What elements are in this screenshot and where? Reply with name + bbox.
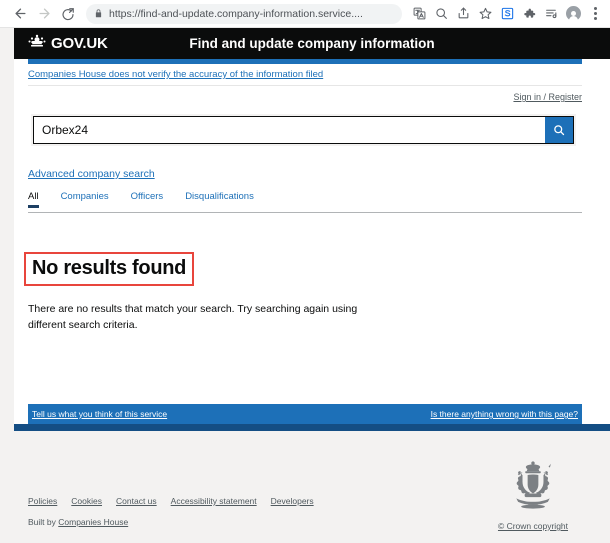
footer-link-contact-us[interactable]: Contact us bbox=[116, 496, 157, 506]
tab-all[interactable]: All bbox=[28, 191, 39, 208]
tab-companies[interactable]: Companies bbox=[61, 191, 109, 208]
built-by-prefix: Built by bbox=[28, 517, 56, 527]
translate-icon[interactable] bbox=[408, 3, 430, 25]
no-results-annotation-box: No results found bbox=[24, 252, 195, 286]
crown-copyright-block: © Crown copyright bbox=[490, 459, 576, 531]
header-blue-rule bbox=[28, 59, 582, 64]
browser-toolbar: https://find-and-update.company-informat… bbox=[0, 0, 610, 28]
service-title: Find and update company information bbox=[189, 36, 435, 51]
search-tabs: All Companies Officers Disqualifications bbox=[28, 191, 582, 213]
crown-copyright: © Crown copyright bbox=[490, 521, 576, 531]
address-bar[interactable]: https://find-and-update.company-informat… bbox=[86, 3, 402, 24]
royal-coat-of-arms-icon bbox=[503, 461, 563, 519]
page-viewport: GOV.UK Find and update company informati… bbox=[0, 28, 610, 543]
disclaimer-link[interactable]: Companies House does not verify the accu… bbox=[28, 69, 323, 80]
govuk-header: GOV.UK Find and update company informati… bbox=[14, 28, 610, 59]
reload-icon[interactable] bbox=[56, 2, 80, 26]
back-arrow-icon[interactable] bbox=[8, 2, 32, 26]
built-by-link[interactable]: Companies House bbox=[58, 517, 128, 527]
tabs-divider bbox=[28, 212, 582, 213]
page-title: No results found bbox=[32, 257, 187, 279]
search-row bbox=[33, 116, 574, 144]
url-text: https://find-and-update.company-informat… bbox=[109, 7, 363, 20]
feedback-left-link[interactable]: Tell us what you think of this service bbox=[32, 409, 167, 419]
footer-link-developers[interactable]: Developers bbox=[271, 496, 314, 506]
footer-link-policies[interactable]: Policies bbox=[28, 496, 57, 506]
disclaimer-divider bbox=[28, 85, 582, 86]
tab-officers[interactable]: Officers bbox=[131, 191, 164, 208]
signin-register: Sign in / Register bbox=[513, 92, 582, 102]
tab-disqualifications[interactable]: Disqualifications bbox=[185, 191, 254, 208]
search-button[interactable] bbox=[545, 117, 573, 143]
lock-icon bbox=[94, 9, 103, 18]
built-by: Built by Companies House bbox=[28, 517, 128, 527]
profile-avatar-icon[interactable] bbox=[562, 3, 584, 25]
footer-links: Policies Cookies Contact us Accessibilit… bbox=[28, 496, 314, 506]
extension-s-icon[interactable] bbox=[496, 3, 518, 25]
page-content: GOV.UK Find and update company informati… bbox=[14, 28, 610, 543]
puzzle-extensions-icon[interactable] bbox=[518, 3, 540, 25]
bookmark-star-icon[interactable] bbox=[474, 3, 496, 25]
forward-arrow-icon[interactable] bbox=[32, 2, 56, 26]
search-input[interactable] bbox=[34, 117, 545, 143]
footer-link-accessibility-statement[interactable]: Accessibility statement bbox=[171, 496, 257, 506]
advanced-search-link[interactable]: Advanced company search bbox=[28, 168, 155, 180]
advanced-search: Advanced company search bbox=[28, 168, 155, 180]
no-results-body: There are no results that match your sea… bbox=[28, 303, 358, 332]
zoom-search-icon[interactable] bbox=[430, 3, 452, 25]
three-dot-menu-icon[interactable] bbox=[584, 3, 606, 25]
crown-copyright-link[interactable]: © Crown copyright bbox=[498, 521, 568, 531]
feedback-bar: Tell us what you think of this service I… bbox=[28, 404, 582, 424]
search-container bbox=[31, 114, 576, 146]
page-footer: Policies Cookies Contact us Accessibilit… bbox=[14, 431, 610, 543]
feedback-right-link[interactable]: Is there anything wrong with this page? bbox=[431, 409, 578, 419]
feedback-bar-shadow bbox=[14, 424, 610, 431]
footer-link-cookies[interactable]: Cookies bbox=[71, 496, 102, 506]
reading-list-icon[interactable] bbox=[540, 3, 562, 25]
signin-register-link[interactable]: Sign in / Register bbox=[513, 92, 582, 102]
share-icon[interactable] bbox=[452, 3, 474, 25]
disclaimer: Companies House does not verify the accu… bbox=[28, 69, 323, 80]
